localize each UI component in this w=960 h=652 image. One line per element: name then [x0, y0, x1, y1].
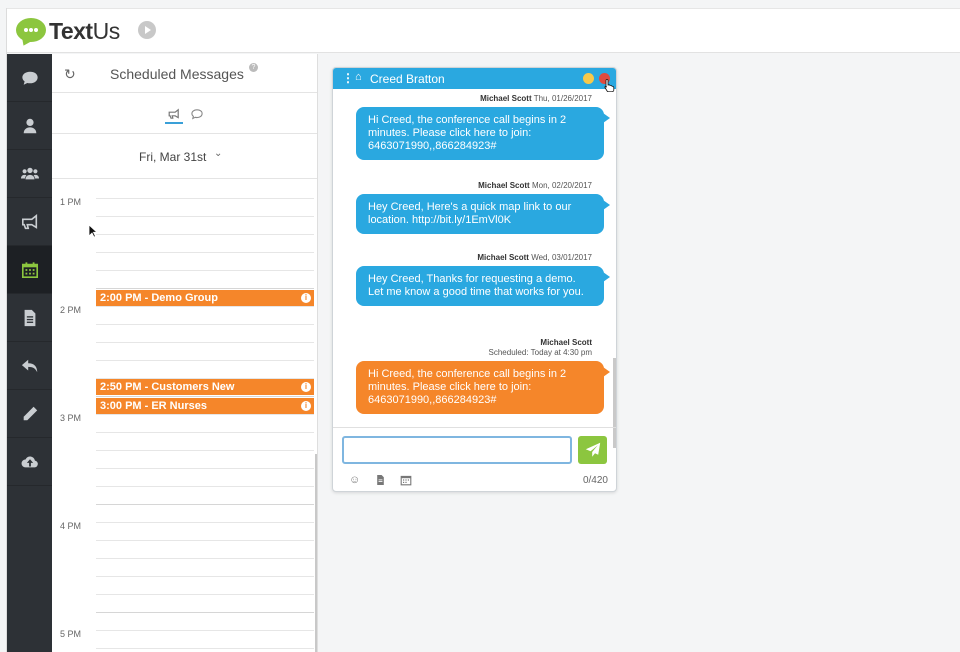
timeline-slot-line	[96, 432, 314, 433]
contact-name: Creed Bratton	[370, 72, 445, 86]
chat-header: ⋮ ⌂ Creed Bratton	[333, 68, 616, 89]
hour-label: 1 PM	[60, 197, 82, 207]
help-icon[interactable]: ?	[249, 63, 258, 72]
logo-icon	[16, 18, 46, 42]
date-selector[interactable]: Fri, Mar 31st ⌄	[52, 135, 317, 179]
chevron-down-icon: ⌄	[214, 148, 223, 159]
hour-label: 2 PM	[60, 305, 82, 315]
refresh-icon[interactable]: ↻	[64, 66, 76, 83]
sidebar-nav	[7, 54, 52, 652]
scheduled-event[interactable]: 2:50 PM - Customers New i	[96, 379, 314, 395]
message-meta: Michael Scott Wed, 03/01/2017	[477, 253, 592, 262]
user-icon	[23, 118, 36, 133]
timeline-slot-line	[96, 306, 314, 307]
timeline-slot-line	[96, 252, 314, 253]
timeline-slot-line	[96, 396, 314, 397]
timeline-slot-line	[96, 612, 314, 613]
timeline-slot-line	[96, 198, 314, 199]
close-button[interactable]	[599, 73, 610, 84]
megaphone-icon	[21, 213, 37, 229]
timeline-slot-line	[96, 324, 314, 325]
home-icon: ⌂	[355, 71, 362, 83]
cloud-upload-icon	[21, 455, 38, 467]
day-timeline: 1 PM 2 PM 3 PM 4 PM 5 PM 2:00 PM - Demo …	[52, 180, 317, 652]
logo-text: TextUs	[49, 18, 120, 44]
message-meta: Michael Scott Thu, 01/26/2017	[480, 94, 592, 103]
message-meta: Michael Scott Scheduled: Today at 4:30 pm	[488, 338, 592, 357]
minimize-button[interactable]	[583, 73, 594, 84]
timeline-slot-line	[96, 468, 314, 469]
sidebar-item-scheduled[interactable]	[7, 246, 52, 294]
info-icon[interactable]: i	[301, 293, 311, 303]
timeline-slot-line	[96, 630, 314, 631]
sidebar-item-contacts[interactable]	[7, 102, 52, 150]
character-count: 0/420	[582, 475, 608, 486]
reply-icon	[21, 359, 37, 372]
chat-window: ⋮ ⌂ Creed Bratton Michael Scott Thu, 01/…	[332, 67, 617, 492]
chat-icon	[21, 71, 38, 85]
conversation-tab-icon[interactable]	[191, 105, 203, 123]
scheduled-header: ↻ Scheduled Messages ?	[52, 54, 317, 93]
sidebar-item-broadcasts[interactable]	[7, 198, 52, 246]
scrollbar[interactable]	[315, 454, 317, 652]
timeline-slot-line	[96, 504, 314, 505]
send-icon	[585, 442, 600, 457]
timeline-slot-line	[96, 414, 314, 415]
selected-date: Fri, Mar 31st	[139, 150, 207, 164]
info-icon[interactable]: i	[301, 382, 311, 392]
users-icon	[20, 167, 39, 179]
hour-label: 5 PM	[60, 629, 82, 639]
scheduled-event[interactable]: 2:00 PM - Demo Group i	[96, 290, 314, 306]
timeline-slot-line	[96, 540, 314, 541]
pencil-icon	[23, 406, 37, 420]
timeline-slot-line	[96, 270, 314, 271]
message-thread: Michael Scott Thu, 01/26/2017 Hi Creed, …	[333, 89, 616, 448]
template-icon[interactable]	[375, 474, 386, 489]
compose-area: ☺ 0/420	[333, 427, 616, 491]
calendar-icon	[21, 261, 38, 278]
timeline-slot-line	[96, 522, 314, 523]
hour-label: 3 PM	[60, 413, 82, 423]
message-bubble: Hey Creed, Thanks for requesting a demo.…	[356, 266, 610, 306]
timeline-slot-line	[96, 576, 314, 577]
message-bubble: Hi Creed, the conference call begins in …	[356, 107, 610, 160]
message-meta: Michael Scott Mon, 02/20/2017	[478, 181, 592, 190]
emoji-icon[interactable]: ☺	[349, 474, 360, 486]
app-window: TextUs ↻ Scheduled Messages ? Fri, Mar 3…	[6, 8, 960, 652]
sidebar-item-templates[interactable]	[7, 294, 52, 342]
message-bubble: Hey Creed, Here's a quick map link to ou…	[356, 194, 610, 234]
timeline-slot-line	[96, 486, 314, 487]
timeline-slot-line	[96, 342, 314, 343]
scheduled-messages-panel: ↻ Scheduled Messages ? Fri, Mar 31st ⌄ 1…	[52, 54, 318, 652]
top-header: TextUs	[7, 8, 960, 53]
timeline-slot-line	[96, 234, 314, 235]
panel-title: Scheduled Messages	[110, 66, 244, 82]
timeline-slot-line	[96, 594, 314, 595]
broadcast-tab-icon[interactable]	[165, 105, 183, 124]
scheduled-event[interactable]: 3:00 PM - ER Nurses i	[96, 398, 314, 414]
timeline-slot-line	[96, 558, 314, 559]
timeline-slot-line	[96, 288, 314, 289]
sidebar-item-upload[interactable]	[7, 438, 52, 486]
scheduled-message-bubble: Hi Creed, the conference call begins in …	[356, 361, 610, 414]
sidebar-item-conversations[interactable]	[7, 54, 52, 102]
timeline-slot-line	[96, 450, 314, 451]
sidebar-item-groups[interactable]	[7, 150, 52, 198]
sidebar-item-notes[interactable]	[7, 390, 52, 438]
sidebar-item-auto-replies[interactable]	[7, 342, 52, 390]
send-button[interactable]	[578, 436, 607, 464]
info-icon[interactable]: i	[301, 401, 311, 411]
menu-icon[interactable]: ⋮	[342, 71, 354, 85]
schedule-icon[interactable]	[400, 474, 412, 489]
timeline-slot-line	[96, 216, 314, 217]
document-icon	[24, 309, 35, 326]
view-toggle	[52, 94, 317, 134]
timeline-slot-line	[96, 360, 314, 361]
timeline-slot-line	[96, 648, 314, 649]
message-input[interactable]	[342, 436, 572, 464]
play-icon[interactable]	[138, 21, 156, 39]
hour-label: 4 PM	[60, 521, 82, 531]
